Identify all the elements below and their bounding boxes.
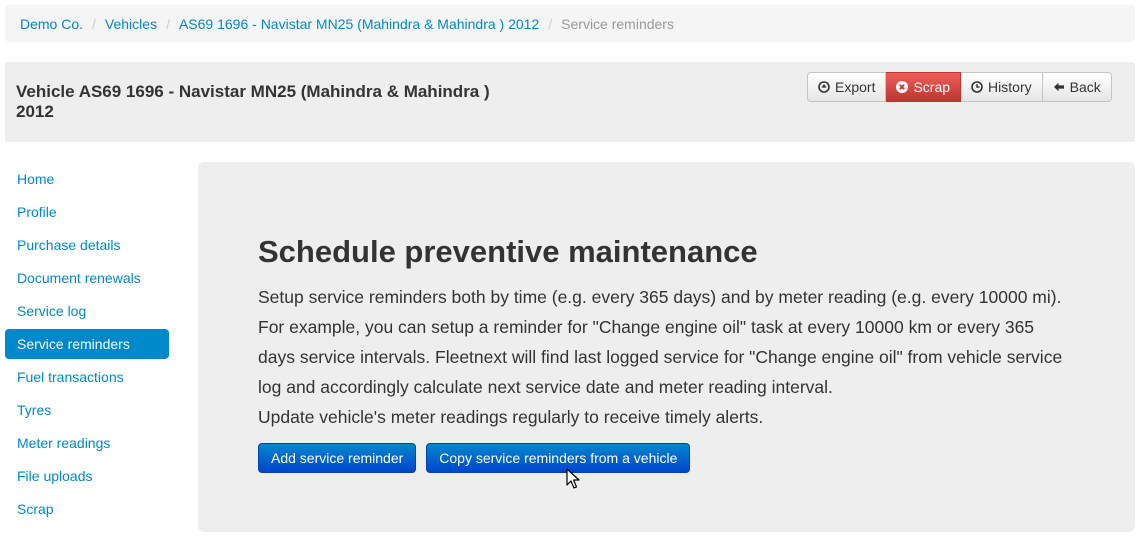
add-service-reminder-button[interactable]: Add service reminder <box>258 443 417 473</box>
sidebar-item-service-log[interactable]: Service log <box>5 296 169 326</box>
breadcrumb-vehicle[interactable]: AS69 1696 - Navistar MN25 (Mahindra & Ma… <box>179 16 539 32</box>
page-title-line1: Vehicle AS69 1696 - Navistar MN25 (Mahin… <box>16 82 490 101</box>
header-actions: Export Scrap History Back <box>807 72 1112 102</box>
page-title: Vehicle AS69 1696 - Navistar MN25 (Mahin… <box>16 82 536 122</box>
breadcrumb: Demo Co. / Vehicles / AS69 1696 - Navist… <box>5 5 1135 42</box>
arrow-left-icon <box>1053 81 1065 93</box>
sidebar-item-profile[interactable]: Profile <box>5 197 169 227</box>
back-label: Back <box>1069 79 1101 95</box>
history-button[interactable]: History <box>961 72 1043 102</box>
mouse-pointer-icon <box>566 468 580 495</box>
empty-state-panel: Schedule preventive maintenance Setup se… <box>198 162 1135 532</box>
export-label: Export <box>835 79 876 95</box>
scrap-button[interactable]: Scrap <box>886 72 962 102</box>
sidebar-item-meter-readings[interactable]: Meter readings <box>5 428 169 458</box>
sidebar-item-scrap[interactable]: Scrap <box>5 494 169 524</box>
empty-state-actions: Add service reminder Copy service remind… <box>258 443 691 473</box>
empty-state-description: Setup service reminders both by time (e.… <box>258 282 1068 432</box>
breadcrumb-current: Service reminders <box>561 15 674 32</box>
page-title-line2: 2012 <box>16 102 54 121</box>
back-button[interactable]: Back <box>1042 72 1112 102</box>
sidebar-item-purchase-details[interactable]: Purchase details <box>5 230 169 260</box>
scrap-label: Scrap <box>913 79 951 95</box>
sidebar-nav: Home Profile Purchase details Document r… <box>5 164 169 527</box>
sidebar-item-document-renewals[interactable]: Document renewals <box>5 263 169 293</box>
meter-reading-note: Update vehicle's meter readings regularl… <box>258 407 764 427</box>
sidebar-item-service-reminders[interactable]: Service reminders <box>5 329 169 359</box>
page-header: Vehicle AS69 1696 - Navistar MN25 (Mahin… <box>5 62 1135 142</box>
sidebar-item-fuel-transactions[interactable]: Fuel transactions <box>5 362 169 392</box>
export-button[interactable]: Export <box>807 72 887 102</box>
breadcrumb-separator: / <box>548 15 553 32</box>
clock-icon <box>971 81 983 93</box>
breadcrumb-demo-co[interactable]: Demo Co. <box>20 16 83 32</box>
sidebar-item-home[interactable]: Home <box>5 164 169 194</box>
sidebar-item-file-uploads[interactable]: File uploads <box>5 461 169 491</box>
circle-arrow-up-icon <box>818 81 830 93</box>
copy-service-reminders-button[interactable]: Copy service reminders from a vehicle <box>426 443 691 473</box>
description-text: Setup service reminders both by time (e.… <box>258 287 1063 397</box>
remove-circle-icon <box>896 81 909 93</box>
breadcrumb-vehicles[interactable]: Vehicles <box>105 16 157 32</box>
history-label: History <box>988 79 1032 95</box>
breadcrumb-separator: / <box>166 15 170 32</box>
empty-state-title: Schedule preventive maintenance <box>258 234 758 269</box>
breadcrumb-separator: / <box>92 15 96 32</box>
sidebar-item-tyres[interactable]: Tyres <box>5 395 169 425</box>
